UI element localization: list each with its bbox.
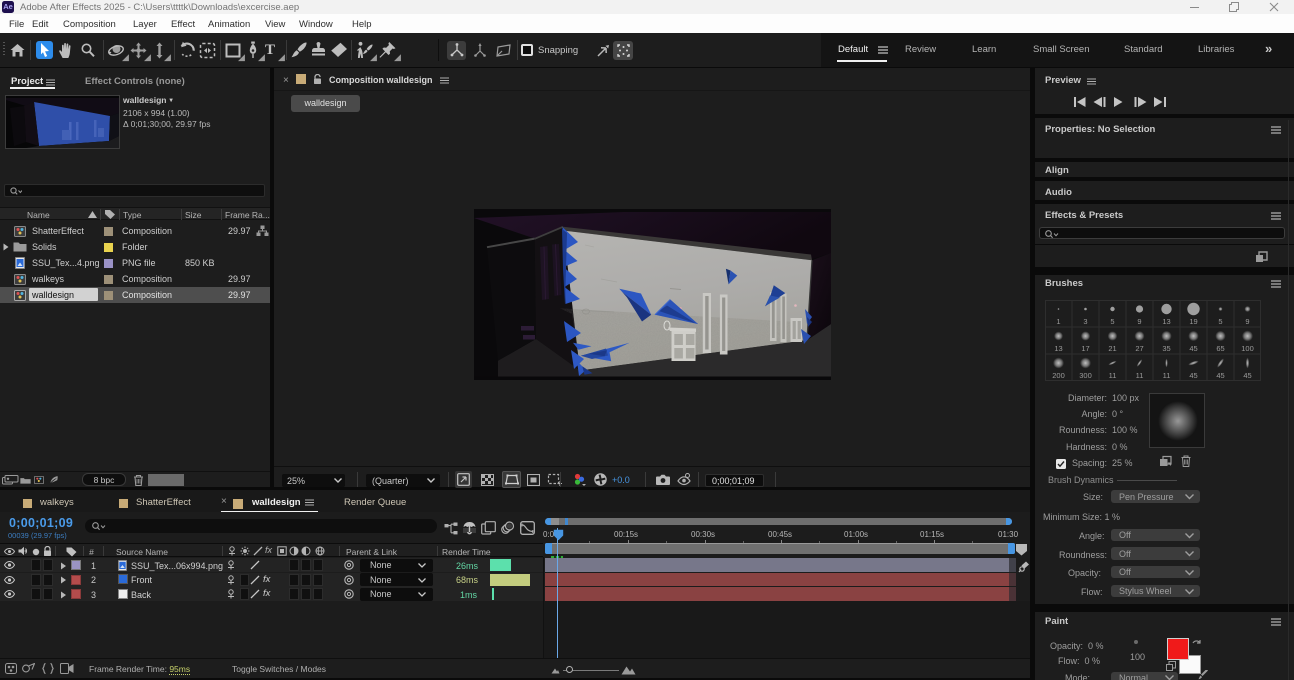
svg-text:17: 17 (1081, 344, 1089, 353)
svg-text:11: 11 (1109, 371, 1117, 380)
svg-text:13: 13 (1054, 344, 1062, 353)
svg-text:300: 300 (1079, 371, 1092, 380)
svg-text:35: 35 (1162, 344, 1170, 353)
svg-text:45: 45 (1189, 371, 1197, 380)
svg-text:100: 100 (1241, 344, 1254, 353)
svg-text:9: 9 (1137, 317, 1141, 326)
svg-text:200: 200 (1052, 371, 1065, 380)
svg-text:5: 5 (1218, 317, 1222, 326)
svg-text:1: 1 (1056, 317, 1060, 326)
svg-text:45: 45 (1189, 344, 1197, 353)
svg-text:65: 65 (1216, 344, 1224, 353)
svg-text:27: 27 (1135, 344, 1143, 353)
svg-text:45: 45 (1216, 371, 1224, 380)
svg-text:5: 5 (1110, 317, 1114, 326)
svg-text:11: 11 (1136, 371, 1144, 380)
svg-text:19: 19 (1189, 317, 1197, 326)
svg-text:13: 13 (1162, 317, 1170, 326)
svg-text:45: 45 (1243, 371, 1251, 380)
svg-text:9: 9 (1245, 317, 1249, 326)
svg-text:3: 3 (1083, 317, 1087, 326)
svg-text:21: 21 (1108, 344, 1116, 353)
svg-text:11: 11 (1163, 371, 1171, 380)
